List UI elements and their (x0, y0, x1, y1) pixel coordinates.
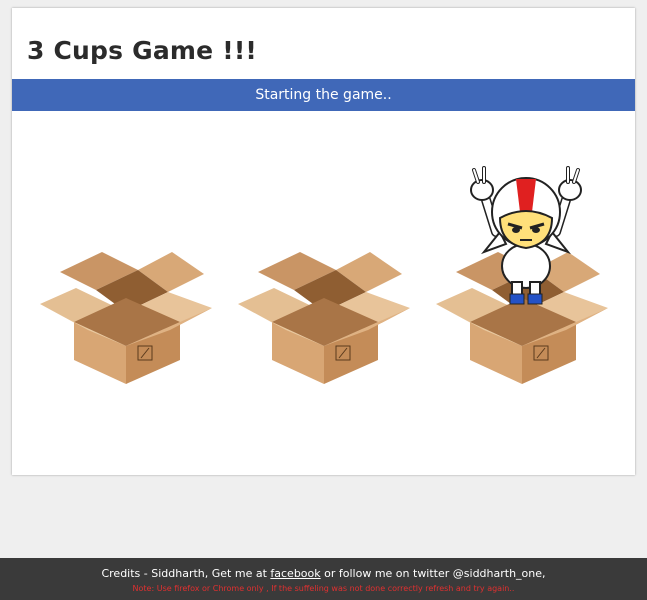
game-card: 3 Cups Game !!! Starting the game.. (12, 8, 635, 475)
cardboard-box-icon (40, 252, 212, 384)
status-bar: Starting the game.. (12, 79, 635, 111)
helmet-character (456, 160, 596, 310)
status-text: Starting the game.. (255, 87, 392, 103)
cardboard-box-icon (238, 252, 410, 384)
browser-note: Note: Use firefox or Chrome only , If th… (132, 584, 515, 593)
twitter-handle: @siddharth_one, (452, 567, 546, 580)
page-top-strip (0, 0, 647, 8)
facebook-link[interactable]: facebook (270, 567, 320, 580)
helmet-character-icon (470, 166, 582, 305)
page-title: 3 Cups Game !!! (27, 36, 258, 65)
cardboard-box-2[interactable] (238, 248, 410, 384)
credits-line: Credits - Siddharth, Get me at facebook … (0, 567, 647, 581)
page-footer: Credits - Siddharth, Get me at facebook … (0, 558, 647, 600)
credits-prefix: Credits - Siddharth, Get me at (101, 567, 271, 580)
credits-middle: or follow me on twitter (320, 567, 453, 580)
cardboard-box-1[interactable] (40, 248, 212, 384)
